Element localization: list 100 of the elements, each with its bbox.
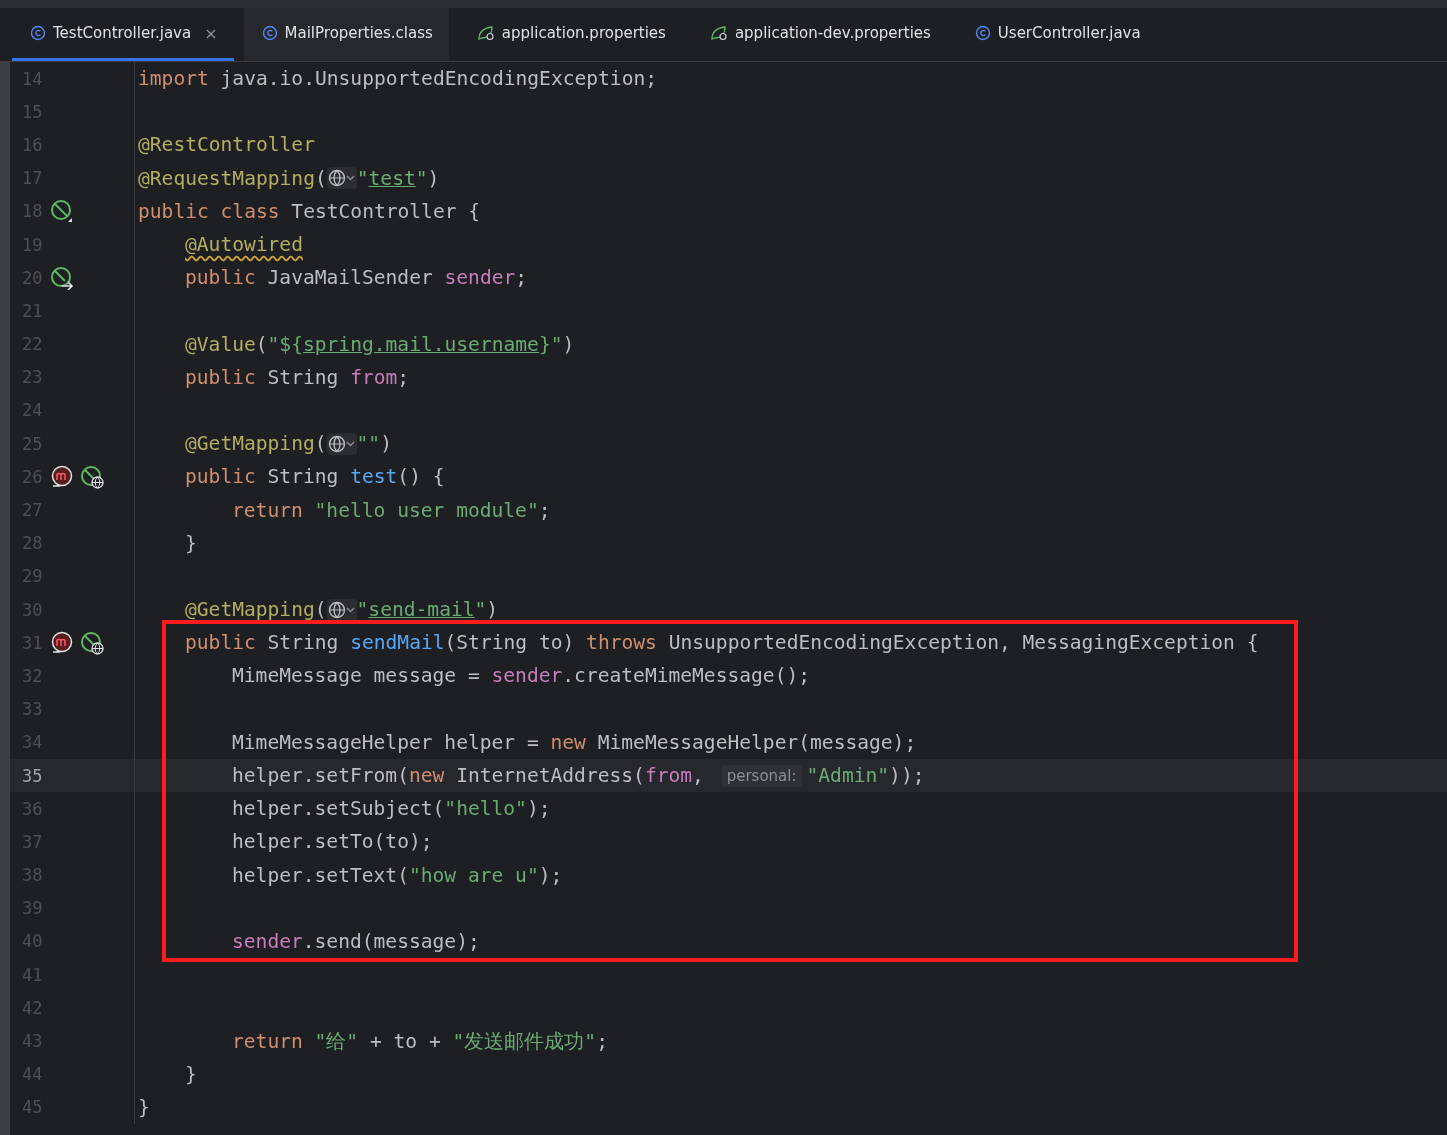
code-token: ( <box>255 332 268 356</box>
globe-dropdown-icon[interactable] <box>326 598 357 621</box>
code-token: java.io.UnsupportedEncodingException; <box>220 67 658 91</box>
code-token: helper.setTo(to); <box>232 830 433 854</box>
code-token: )); <box>889 764 925 788</box>
editor-tab[interactable]: MailProperties.class <box>243 8 449 61</box>
code-token: sender <box>444 266 516 290</box>
code-token: JavaMailSender <box>267 266 434 290</box>
code-token: helper.setSubject( <box>232 797 445 821</box>
code-token: throws <box>586 631 658 655</box>
code-token: "" <box>356 432 381 456</box>
code-token: sendMail <box>350 631 445 655</box>
leaf-globe-icon[interactable] <box>80 464 104 489</box>
editor-tab[interactable]: application-dev.properties <box>691 8 947 61</box>
code-token: ) <box>486 598 499 622</box>
code-token: UnsupportedEncodingException, MessagingException { <box>668 631 1259 655</box>
code-token: ( <box>314 598 327 622</box>
code-token: } <box>185 531 197 555</box>
tab-label: MailProperties.class <box>284 24 433 42</box>
code-token: new <box>408 764 446 788</box>
code-token: import <box>138 67 210 91</box>
method-override-icon[interactable] <box>50 630 74 655</box>
code-token: @GetMapping <box>185 598 315 622</box>
line-number: 35 <box>21 765 44 786</box>
code-token: ) <box>380 432 392 456</box>
code-token: "${ <box>267 332 303 356</box>
code-token: "hello" <box>444 797 527 821</box>
code-token: ) <box>562 332 575 356</box>
code-token: String <box>267 365 340 389</box>
code-token: }" <box>538 332 563 356</box>
code-token: " <box>415 166 428 190</box>
code-token: .send(message); <box>302 929 480 953</box>
code-token: public <box>185 631 257 655</box>
code-token: ( <box>314 166 327 190</box>
code-token: "hello user module" <box>314 498 539 522</box>
code-token: " <box>356 166 369 190</box>
code-token: ; <box>397 365 410 389</box>
code-token: ; <box>596 1029 608 1053</box>
leaf-icon[interactable] <box>50 199 74 224</box>
code-token: ( <box>314 432 327 456</box>
code-token: ); <box>526 797 551 821</box>
code-token: spring.mail.username <box>302 332 539 356</box>
code-token: " <box>474 598 487 622</box>
code-token: MimeMessage message = <box>232 664 481 688</box>
tab-label: application.properties <box>501 24 666 42</box>
code-token: sender <box>232 929 303 953</box>
class-icon <box>974 25 991 41</box>
code-token: } <box>185 1062 197 1086</box>
code-token: ); <box>538 863 563 887</box>
code-token: .createMimeMessage(); <box>562 664 811 688</box>
code-token: "Admin" <box>806 764 890 788</box>
code-token: return <box>232 498 304 522</box>
code-token: sender <box>491 664 563 688</box>
editor-tab[interactable]: application.properties <box>458 8 682 61</box>
globe-dropdown-icon[interactable] <box>326 432 357 455</box>
class-icon <box>261 25 278 41</box>
code-token: ; <box>538 498 551 522</box>
code-token: public <box>185 266 257 290</box>
code-token: test <box>350 465 398 489</box>
editor-tab[interactable]: TestController.java × <box>12 8 234 61</box>
code-token: @GetMapping <box>185 432 315 456</box>
code-token: ; <box>515 266 528 290</box>
code-token: test <box>368 166 416 190</box>
leaf-gear-icon <box>476 25 495 41</box>
code-token: public <box>185 465 257 489</box>
code-token: new <box>550 730 587 754</box>
tab-label: TestController.java <box>53 24 192 42</box>
code-token: public <box>185 365 257 389</box>
close-button[interactable]: × <box>204 23 218 43</box>
code-token: ) <box>427 166 440 190</box>
code-token: from <box>644 764 693 788</box>
code-token: , <box>692 764 705 788</box>
code-token: "how are u" <box>408 863 539 887</box>
code-token: return <box>232 1029 304 1053</box>
code-token: helper.setText( <box>232 863 409 887</box>
tab-label: UserController.java <box>997 24 1141 42</box>
editor-tab[interactable]: UserController.java <box>956 8 1157 61</box>
code-token: MimeMessageHelper helper = <box>232 730 540 754</box>
code-token: send-mail <box>368 598 475 622</box>
parameter-hint: personal: <box>721 764 802 787</box>
code-token: InternetAddress( <box>456 764 645 788</box>
code-token: } <box>138 1095 150 1119</box>
leaf-globe-icon[interactable] <box>80 630 104 655</box>
code-token: @Autowired <box>185 233 303 257</box>
class-icon <box>30 25 46 41</box>
method-override-icon[interactable] <box>50 464 74 489</box>
code-token: @RequestMapping <box>138 166 315 190</box>
leaf-gear-icon <box>709 25 728 41</box>
code-token: () { <box>397 465 445 489</box>
code-token: public class <box>138 199 281 223</box>
code-token: "给" <box>314 1028 359 1055</box>
code-token: TestController { <box>291 199 481 223</box>
globe-dropdown-icon[interactable] <box>326 167 357 190</box>
code-token: (String to) <box>444 631 576 655</box>
code-token: from <box>350 365 398 389</box>
code-token: String <box>267 465 340 489</box>
code-token: " <box>356 598 369 622</box>
code-token: @Value <box>185 332 256 356</box>
code-token: MimeMessageHelper(message); <box>597 730 917 754</box>
tab-label: application-dev.properties <box>734 24 931 42</box>
